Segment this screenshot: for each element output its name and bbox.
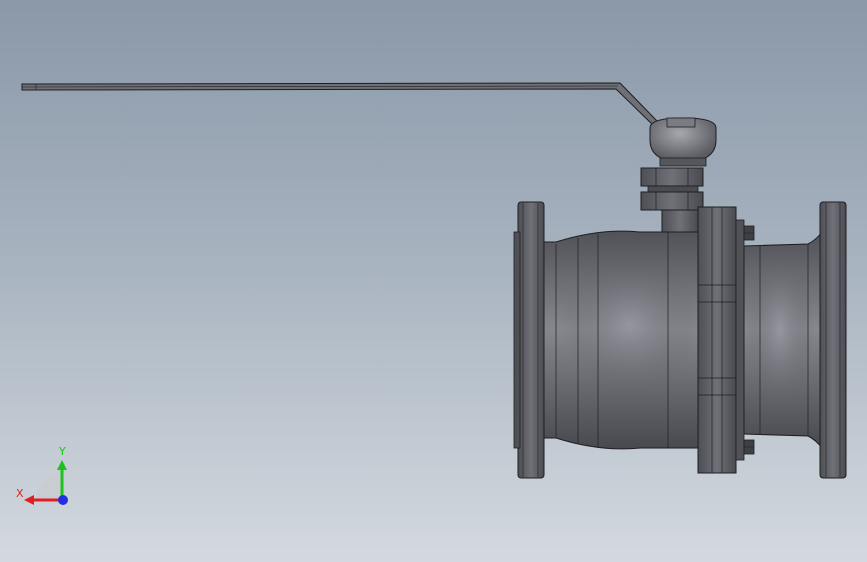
- lever-handle[interactable]: [21, 82, 661, 128]
- ball-valve-model[interactable]: Y X: [0, 0, 867, 562]
- stem-neck: [661, 209, 699, 235]
- stem-washer: [647, 185, 699, 193]
- right-end-flange[interactable]: [819, 201, 847, 479]
- z-axis-dot: [58, 495, 68, 505]
- x-axis-label: X: [16, 487, 24, 500]
- left-end-flange[interactable]: [513, 201, 545, 479]
- axis-triad[interactable]: Y X: [16, 445, 68, 505]
- stem-nut-upper: [640, 167, 704, 187]
- valve-body[interactable]: [543, 230, 701, 450]
- right-body-section[interactable]: [743, 230, 823, 450]
- bolt-bottom: [743, 439, 755, 455]
- triad-plane-icon: [36, 474, 62, 500]
- cad-viewport[interactable]: Y X: [0, 0, 867, 562]
- stem-knob[interactable]: [649, 117, 717, 167]
- bolt-top: [743, 225, 755, 241]
- y-axis-label: Y: [58, 445, 66, 458]
- stem-nut-lower: [640, 191, 704, 211]
- center-joint-flange[interactable]: [697, 206, 745, 474]
